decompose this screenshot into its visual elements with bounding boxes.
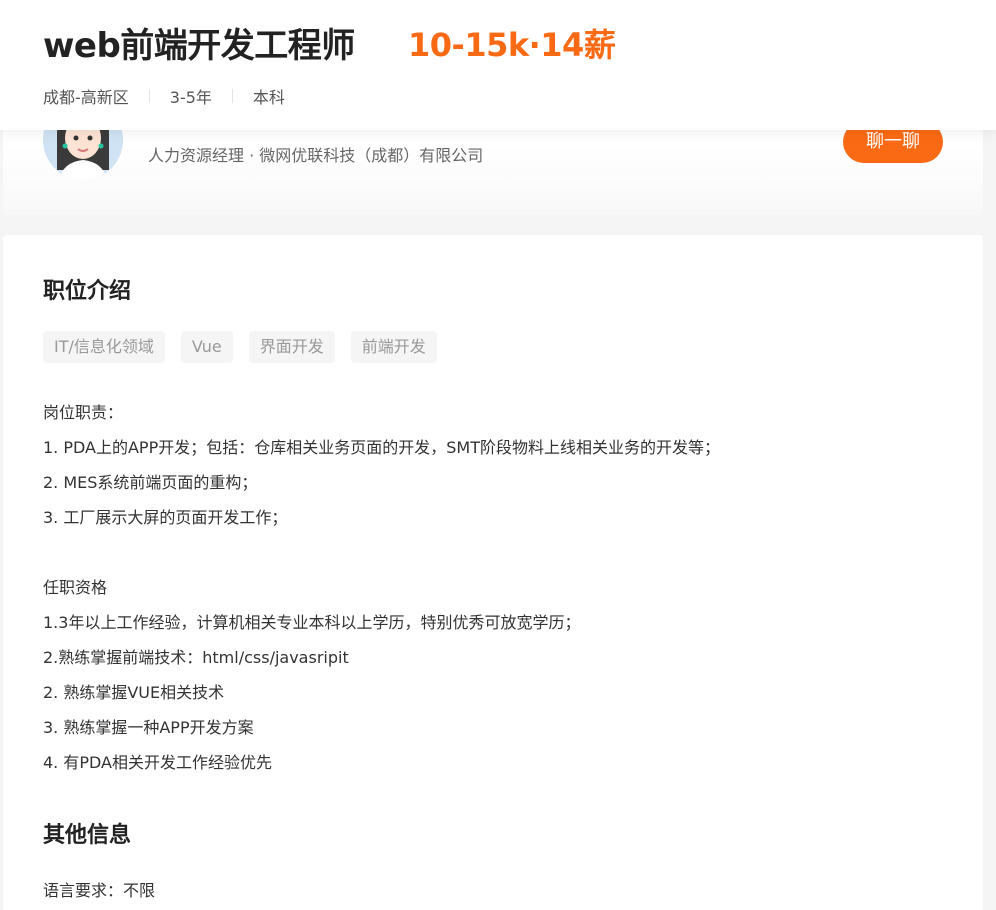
other-info-title: 其他信息 (43, 823, 132, 848)
job-intro-title: 职位介绍 (43, 279, 132, 304)
description-line: 4. 有PDA相关开发工作经验优先 (43, 753, 272, 772)
sticky-job-header: web前端开发工程师 10-15k·14薪 成都-高新区 3-5年 本科 (0, 0, 996, 130)
job-salary: 10-15k·14薪 (408, 26, 616, 64)
job-description-text: 岗位职责： 1. PDA上的APP开发；包括：仓库相关业务页面的开发，SMT阶段… (43, 395, 943, 780)
description-line: 2.熟练掌握前端技术：html/css/javasripit (43, 648, 349, 667)
description-line: 3. 工厂展示大屏的页面开发工作； (43, 508, 288, 527)
description-line: 岗位职责： (43, 403, 124, 422)
description-line: 任职资格 (43, 578, 108, 597)
description-line: 1.3年以上工作经验，计算机相关专业本科以上学历，特别优秀可放宽学历； (43, 613, 581, 632)
description-line (43, 535, 943, 570)
job-meta: 成都-高新区 3-5年 本科 (43, 84, 285, 108)
job-tag: 前端开发 (350, 331, 437, 363)
meta-divider (231, 89, 233, 103)
description-line: 2. 熟练掌握VUE相关技术 (43, 683, 225, 702)
job-location: 成都-高新区 (43, 88, 129, 107)
job-tags: IT/信息化领域 Vue 界面开发 前端开发 (43, 331, 437, 363)
language-requirement: 语言要求：不限 (43, 881, 156, 900)
job-education: 本科 (252, 88, 285, 107)
description-line: 2. MES系统前端页面的重构； (43, 473, 258, 492)
job-tag: IT/信息化领域 (43, 331, 165, 363)
job-tag: 界面开发 (248, 331, 335, 363)
job-description-card: 职位介绍 IT/信息化领域 Vue 界面开发 前端开发 岗位职责： 1. PDA… (3, 235, 983, 910)
description-line: 1. PDA上的APP开发；包括：仓库相关业务页面的开发，SMT阶段物料上线相关… (43, 438, 720, 457)
meta-divider (148, 89, 150, 103)
recruiter-info: 人力资源经理 · 微网优联科技（成都）有限公司 (148, 146, 484, 165)
job-detail-page: 人力资源经理 · 微网优联科技（成都）有限公司 聊一聊 web前端开发工程师 1… (0, 0, 996, 910)
job-tag: Vue (180, 331, 233, 363)
job-title: web前端开发工程师 (43, 26, 355, 66)
description-line: 3. 熟练掌握一种APP开发方案 (43, 718, 254, 737)
job-experience: 3-5年 (169, 88, 212, 107)
